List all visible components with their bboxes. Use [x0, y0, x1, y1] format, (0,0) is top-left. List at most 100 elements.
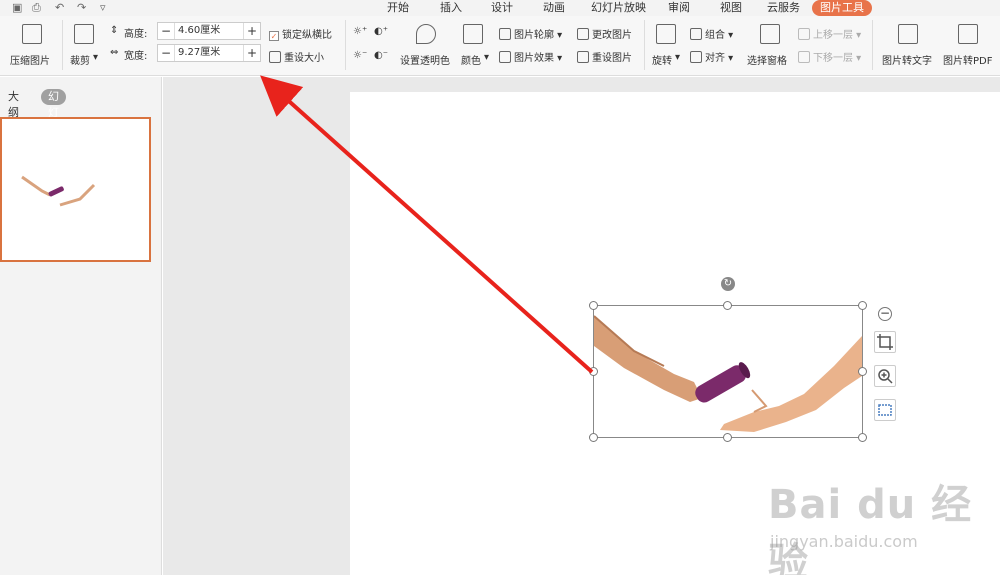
compress-button[interactable]: 压缩图片: [10, 52, 50, 67]
bring-forward-button[interactable]: 上移一层 ▾: [798, 26, 861, 41]
lock-ratio-label: 锁定纵横比: [282, 30, 332, 41]
width-field[interactable]: 9.27厘米: [174, 45, 244, 61]
chevron-down-icon[interactable]: ▾: [484, 52, 489, 63]
customize-icon[interactable]: ▿: [100, 1, 106, 14]
tab-design[interactable]: 设计: [491, 0, 513, 16]
bring-forward-icon: [798, 28, 810, 40]
resize-handle[interactable]: [723, 301, 732, 310]
picture-to-text-button[interactable]: 图片转文字: [882, 52, 932, 67]
outline-icon: [499, 28, 511, 40]
tab-slideshow[interactable]: 幻灯片放映: [591, 0, 646, 16]
plus-icon[interactable]: +: [244, 23, 260, 39]
compress-icon: [22, 24, 42, 44]
rotate-handle-icon[interactable]: ↻: [721, 277, 735, 291]
effects-label: 图片效果: [514, 53, 554, 64]
tab-picture-tools[interactable]: 图片工具: [812, 0, 872, 16]
plus-icon[interactable]: +: [244, 45, 260, 61]
group-icon: [690, 28, 702, 40]
tab-review[interactable]: 审阅: [668, 0, 690, 16]
app-window: ▣ ⎙ ↶ ↷ ▿ 开始 插入 设计 动画 幻灯片放映 审阅 视图 云服务 图片…: [0, 0, 1000, 575]
menu-tab-bar: ▣ ⎙ ↶ ↷ ▿ 开始 插入 设计 动画 幻灯片放映 审阅 视图 云服务 图片…: [0, 0, 1000, 16]
color-button[interactable]: 颜色: [461, 52, 481, 67]
height-stepper[interactable]: − 4.60厘米 +: [157, 22, 261, 40]
reset-picture-icon: [577, 51, 589, 63]
save-icon[interactable]: ▣: [12, 1, 22, 14]
ribbon: 压缩图片 裁剪 ▾ ⇕ 高度: − 4.60厘米 + ⇔ 宽度: − 9.27厘…: [0, 16, 1000, 76]
tab-outline[interactable]: 大纲: [8, 89, 19, 119]
send-backward-button[interactable]: 下移一层 ▾: [798, 49, 861, 64]
tab-insert[interactable]: 插入: [440, 0, 462, 16]
crop-icon: [74, 24, 94, 44]
undo-icon[interactable]: ↶: [55, 1, 64, 14]
minus-icon[interactable]: −: [158, 45, 174, 61]
align-icon: [690, 51, 702, 63]
change-picture-label: 更改图片: [592, 30, 632, 41]
watermark-logo: Bai du 经验: [768, 482, 973, 575]
group-button[interactable]: 组合 ▾: [690, 26, 733, 41]
change-picture-icon: [577, 28, 589, 40]
picture-effects-icon[interactable]: [874, 399, 896, 421]
resize-handle[interactable]: [589, 367, 598, 376]
brightness-up-icon[interactable]: ☼⁺: [353, 26, 367, 37]
slide-thumbnail[interactable]: [0, 117, 151, 262]
selected-picture[interactable]: ↻: [589, 277, 867, 442]
redo-icon[interactable]: ↷: [77, 1, 86, 14]
chevron-down-icon[interactable]: ▾: [93, 52, 98, 63]
contrast-up-icon[interactable]: ◐⁺: [374, 26, 388, 37]
rotate-button[interactable]: 旋转: [652, 52, 672, 67]
align-label: 对齐: [705, 53, 725, 64]
collapse-toolbar-icon[interactable]: −: [878, 307, 892, 321]
tab-slides[interactable]: 幻灯片: [41, 89, 66, 135]
slide-panel: 大纲 幻灯片: [0, 77, 162, 575]
effects-icon: [499, 51, 511, 63]
resize-handle[interactable]: [858, 367, 867, 376]
group-label: 组合: [705, 30, 725, 41]
outline-button[interactable]: 图片轮廓 ▾: [499, 26, 562, 41]
minus-icon[interactable]: −: [158, 23, 174, 39]
picture-to-text-icon: [898, 24, 918, 44]
height-label: 高度:: [124, 29, 148, 40]
slide[interactable]: ↻ − Bai du 经验 jingyan.baidu.com: [350, 92, 1000, 575]
effects-button[interactable]: 图片效果 ▾: [499, 49, 562, 64]
reset-size-icon: [269, 51, 281, 63]
align-button[interactable]: 对齐 ▾: [690, 49, 733, 64]
watermark-url: jingyan.baidu.com: [770, 532, 918, 551]
reset-picture-button[interactable]: 重设图片: [577, 49, 632, 64]
divider: [345, 20, 346, 70]
divider: [62, 20, 63, 70]
picture-to-pdf-button[interactable]: 图片转PDF: [943, 52, 992, 67]
print-icon[interactable]: ⎙: [32, 1, 41, 14]
change-picture-button[interactable]: 更改图片: [577, 26, 632, 41]
selection-pane-button[interactable]: 选择窗格: [747, 52, 787, 67]
color-icon: [463, 24, 483, 44]
tab-cloud[interactable]: 云服务: [767, 0, 800, 16]
resize-handle[interactable]: [858, 301, 867, 310]
lock-ratio-checkbox[interactable]: ✓ 锁定纵横比: [269, 26, 332, 41]
bring-forward-label: 上移一层: [813, 30, 853, 41]
thumbnail-image: [21, 175, 96, 207]
editing-canvas: ↻ − Bai du 经验 jingyan.baidu.com: [163, 77, 1000, 575]
width-icon: ⇔: [110, 47, 119, 58]
width-stepper[interactable]: − 9.27厘米 +: [157, 44, 261, 62]
chevron-down-icon[interactable]: ▾: [675, 52, 680, 63]
resize-handle[interactable]: [589, 433, 598, 442]
zoom-in-icon[interactable]: [874, 365, 896, 387]
send-backward-label: 下移一层: [813, 53, 853, 64]
tab-home[interactable]: 开始: [387, 0, 409, 16]
brightness-down-icon[interactable]: ☼⁻: [353, 50, 367, 61]
height-field[interactable]: 4.60厘米: [174, 23, 244, 39]
check-icon: ✓: [269, 31, 279, 41]
width-label: 宽度:: [124, 51, 148, 62]
crop-button[interactable]: 裁剪: [70, 52, 90, 67]
tab-animation[interactable]: 动画: [543, 0, 565, 16]
contrast-down-icon[interactable]: ◐⁻: [374, 50, 388, 61]
transparent-color-button[interactable]: 设置透明色: [400, 52, 450, 67]
divider: [644, 20, 645, 70]
crop-tool-icon[interactable]: [874, 331, 896, 353]
resize-handle[interactable]: [858, 433, 867, 442]
resize-handle[interactable]: [589, 301, 598, 310]
transparent-color-icon: [416, 24, 436, 44]
tab-view[interactable]: 视图: [720, 0, 742, 16]
resize-handle[interactable]: [723, 433, 732, 442]
reset-size-button[interactable]: 重设大小: [269, 49, 324, 64]
